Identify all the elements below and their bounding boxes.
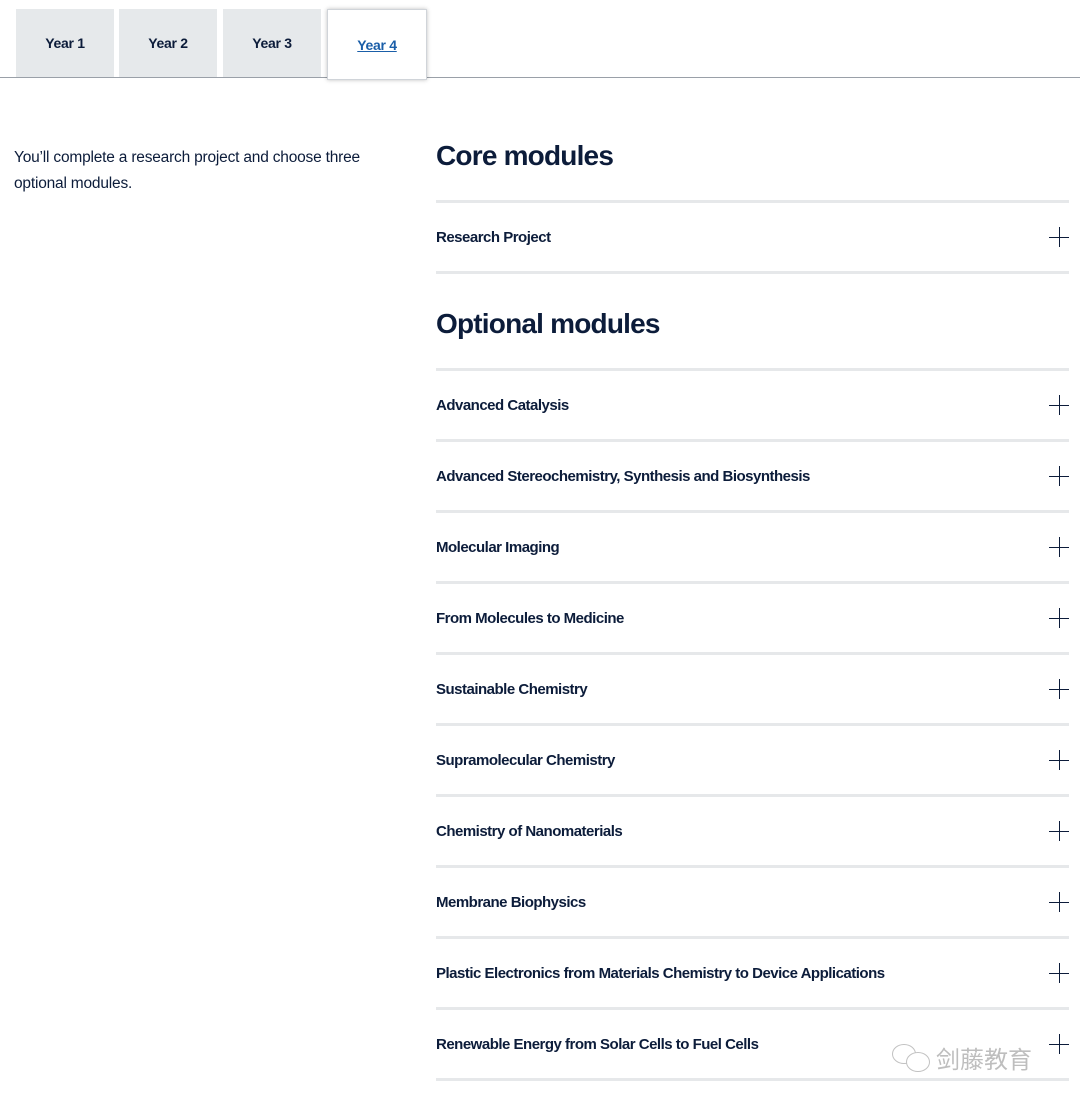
core-modules-heading: Core modules [436,140,614,171]
tab-year-2[interactable]: Year 2 [119,9,217,77]
module-title: Chemistry of Nanomaterials [436,822,623,840]
module-title: Molecular Imaging [436,538,560,556]
module-title: Plastic Electronics from Materials Chemi… [436,964,885,982]
plus-icon[interactable] [1049,608,1069,628]
year-tabs: Year 1 Year 2 Year 3 Year 4 [0,0,1080,80]
module-accordion-item[interactable]: Advanced Catalysis [436,371,1069,439]
plus-icon[interactable] [1049,821,1069,841]
plus-icon[interactable] [1049,466,1069,486]
module-divider [436,1078,1069,1081]
plus-icon[interactable] [1049,227,1069,247]
module-title: From Molecules to Medicine [436,609,624,627]
module-accordion-item[interactable]: Advanced Stereochemistry, Synthesis and … [436,442,1069,510]
plus-icon[interactable] [1049,679,1069,699]
plus-icon[interactable] [1049,395,1069,415]
module-title: Research Project [436,228,551,246]
watermark-text: 剑藤教育 [936,1047,1032,1074]
tab-year-1[interactable]: Year 1 [16,9,114,77]
module-title: Sustainable Chemistry [436,680,588,698]
module-divider [436,271,1069,274]
module-title: Advanced Catalysis [436,396,569,414]
module-accordion-item[interactable]: From Molecules to Medicine [436,584,1069,652]
module-accordion-item[interactable]: Research Project [436,203,1069,271]
optional-modules-heading: Optional modules [436,308,660,339]
tab-year-3[interactable]: Year 3 [223,9,321,77]
module-title: Supramolecular Chemistry [436,751,615,769]
module-accordion-item[interactable]: Sustainable Chemistry [436,655,1069,723]
tab-year-4[interactable]: Year 4 [327,9,427,80]
module-title: Advanced Stereochemistry, Synthesis and … [436,467,810,485]
plus-icon[interactable] [1049,892,1069,912]
plus-icon[interactable] [1049,963,1069,983]
wechat-icon [892,1042,932,1074]
watermark: 剑藤教育 [892,1040,1032,1075]
module-accordion-item[interactable]: Membrane Biophysics [436,868,1069,936]
plus-icon[interactable] [1049,750,1069,770]
module-accordion-item[interactable]: Supramolecular Chemistry [436,726,1069,794]
plus-icon[interactable] [1049,537,1069,557]
module-accordion-item[interactable]: Molecular Imaging [436,513,1069,581]
module-title: Membrane Biophysics [436,893,586,911]
plus-icon[interactable] [1049,1034,1069,1054]
module-accordion-item[interactable]: Chemistry of Nanomaterials [436,797,1069,865]
module-title: Renewable Energy from Solar Cells to Fue… [436,1035,759,1053]
module-accordion-item[interactable]: Plastic Electronics from Materials Chemi… [436,939,1069,1007]
year-intro-text: You’ll complete a research project and c… [14,149,360,192]
